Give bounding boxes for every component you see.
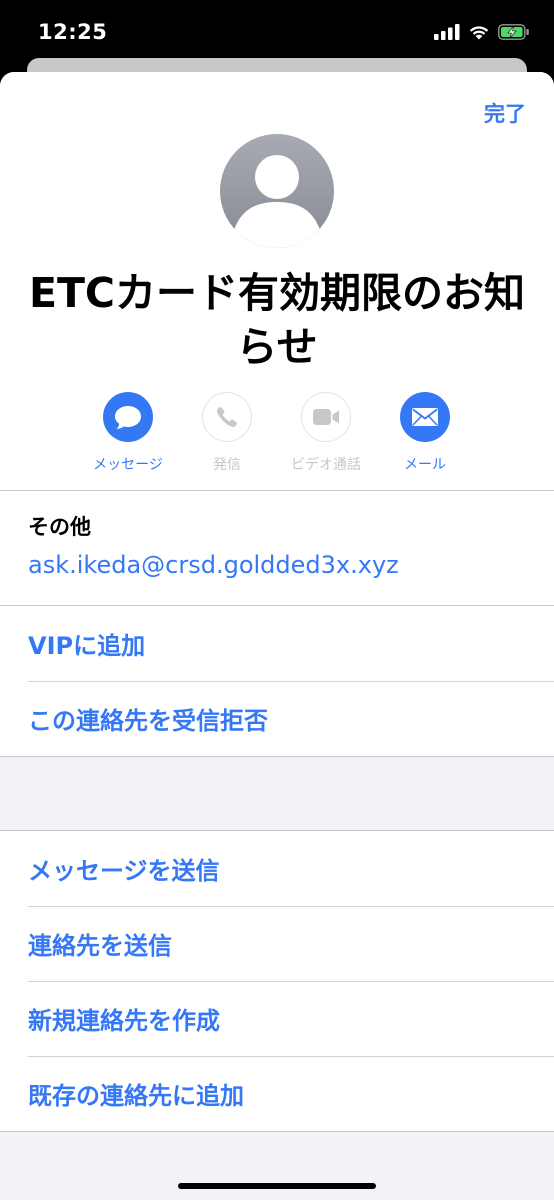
- mail-icon[interactable]: [400, 392, 450, 442]
- battery-charging-icon: [498, 24, 529, 40]
- action-call-label: 発信: [213, 457, 241, 473]
- signal-icon: [434, 24, 460, 40]
- video-icon[interactable]: [301, 392, 351, 442]
- contact-actions-group: メッセージを送信 連絡先を送信 新規連絡先を作成 既存の連絡先に追加: [0, 830, 554, 1132]
- home-indicator[interactable]: [178, 1183, 376, 1189]
- status-bar: 12:25: [0, 0, 554, 62]
- message-icon[interactable]: [103, 392, 153, 442]
- action-call[interactable]: 発信: [177, 392, 277, 474]
- status-icons: [434, 24, 530, 40]
- contact-options-group: VIPに追加 この連絡先を受信拒否: [0, 605, 554, 757]
- block-contact-button[interactable]: この連絡先を受信拒否: [0, 681, 554, 756]
- contact-sheet: 完了 ETCカード有効期限のお知らせ メッセージ 発信 ビデオ通話 メール その…: [0, 72, 554, 1200]
- contact-name: ETCカード有効期限のお知らせ: [28, 269, 526, 371]
- add-to-existing-contact-button[interactable]: 既存の連絡先に追加: [0, 1056, 554, 1131]
- add-to-vip-button[interactable]: VIPに追加: [0, 606, 554, 681]
- action-mail-label: メール: [404, 457, 446, 473]
- avatar: [220, 134, 334, 248]
- action-message-label: メッセージ: [93, 457, 163, 473]
- phone-icon[interactable]: [202, 392, 252, 442]
- send-message-button[interactable]: メッセージを送信: [0, 831, 554, 906]
- email-address-link[interactable]: ask.ikeda@crsd.goldded3x.xyz: [28, 551, 399, 579]
- contact-header: 完了 ETCカード有効期限のお知らせ メッセージ 発信 ビデオ通話 メール: [0, 72, 554, 490]
- status-time: 12:25: [38, 20, 108, 44]
- wifi-icon: [469, 26, 489, 40]
- email-field: その他 ask.ikeda@crsd.goldded3x.xyz: [0, 490, 554, 605]
- action-message[interactable]: メッセージ: [78, 392, 178, 474]
- action-video[interactable]: ビデオ通話: [276, 392, 376, 474]
- create-new-contact-button[interactable]: 新規連絡先を作成: [0, 981, 554, 1056]
- share-contact-button[interactable]: 連絡先を送信: [0, 906, 554, 981]
- email-field-label: その他: [28, 515, 91, 539]
- action-video-label: ビデオ通話: [291, 457, 361, 473]
- done-button[interactable]: 完了: [484, 98, 526, 128]
- action-mail[interactable]: メール: [375, 392, 475, 474]
- quick-actions: メッセージ 発信 ビデオ通話 メール: [0, 392, 554, 482]
- person-icon: [234, 155, 320, 248]
